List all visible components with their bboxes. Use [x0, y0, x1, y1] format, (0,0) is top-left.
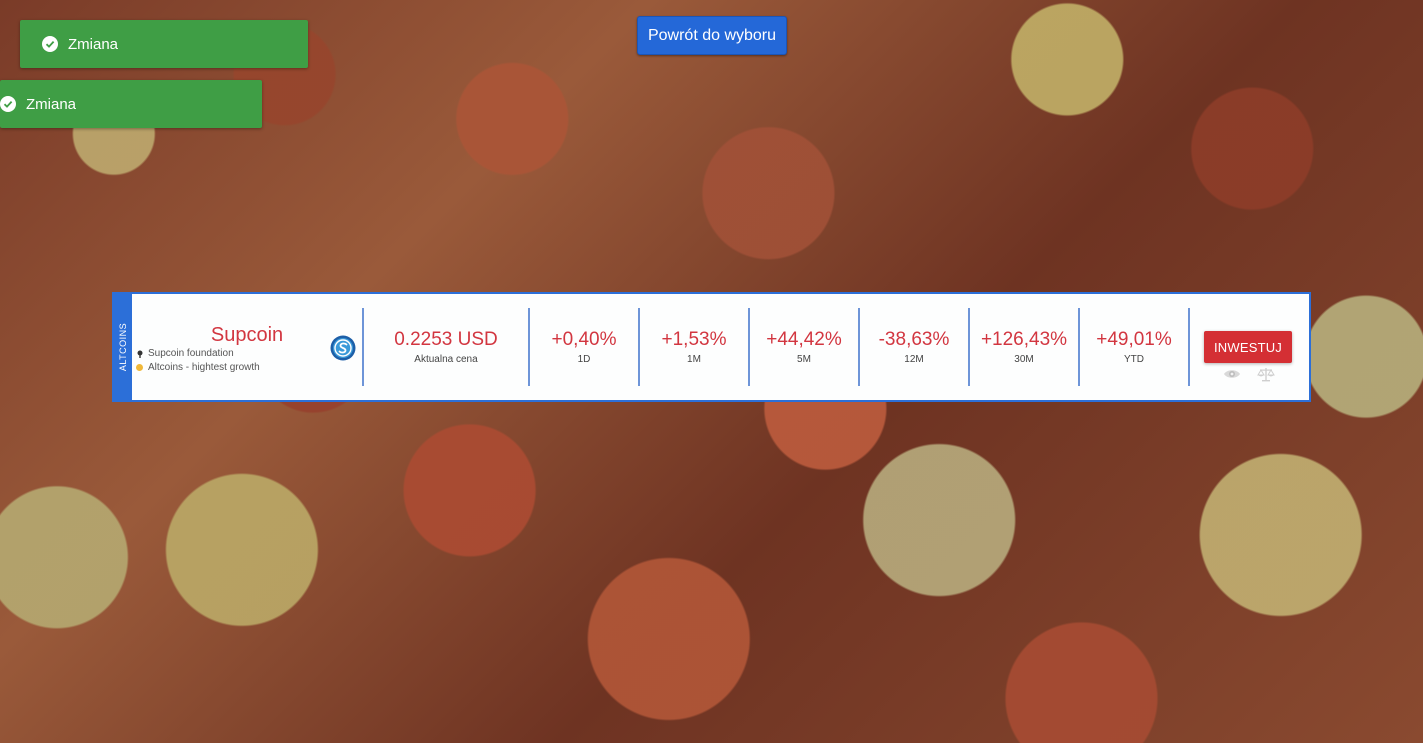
check-circle-icon: [42, 36, 58, 52]
metric-value: -38,63%: [878, 329, 950, 350]
invest-button[interactable]: INWESTUJ: [1204, 331, 1292, 363]
price-label: Aktualna cena: [414, 354, 478, 365]
metric-5m: +44,42% 5M: [750, 308, 860, 386]
check-circle-icon: [0, 96, 16, 112]
coin-category-row: Altcoins - hightest growth: [136, 362, 260, 373]
metric-value: +49,01%: [1096, 329, 1172, 350]
price-value: 0.2253 USD: [394, 329, 498, 350]
metric-1m: +1,53% 1M: [640, 308, 750, 386]
metric-label: 1D: [577, 354, 591, 365]
supcoin-logo-icon: [330, 335, 356, 361]
current-price: 0.2253 USD Aktualna cena: [364, 308, 530, 386]
metric-label: 1M: [687, 354, 701, 365]
metric-12m: -38,63% 12M: [860, 308, 970, 386]
coin-foundation-row: Supcoin foundation: [136, 348, 234, 359]
action-area: INWESTUJ: [1190, 294, 1309, 400]
metric-label: 5M: [797, 354, 811, 365]
metric-label: 30M: [1014, 354, 1034, 365]
foundation-icon: [137, 350, 143, 358]
metric-value: +44,42%: [766, 329, 842, 350]
category-dot-icon: [136, 364, 143, 371]
metric-ytd: +49,01% YTD: [1080, 308, 1190, 386]
back-to-selection-button[interactable]: Powrót do wyboru: [637, 16, 787, 55]
metric-value: +126,43%: [980, 329, 1068, 350]
notification-zmiana-1[interactable]: Zmiana: [20, 20, 308, 68]
metric-value: +1,53%: [661, 329, 727, 350]
coin-name: Supcoin: [210, 324, 284, 346]
scale-icon[interactable]: [1257, 366, 1275, 382]
metric-label: YTD: [1124, 354, 1144, 365]
coin-category: Altcoins - hightest growth: [148, 362, 260, 373]
metric-1d: +0,40% 1D: [530, 308, 640, 386]
category-tab-label: ALTCOINS: [118, 322, 128, 372]
coin-card: ALTCOINS Supcoin Supcoin foundation Altc…: [112, 292, 1311, 402]
notification-label: Zmiana: [26, 95, 77, 113]
notification-label: Zmiana: [68, 35, 119, 53]
category-tab: ALTCOINS: [114, 294, 132, 400]
eye-icon[interactable]: [1223, 366, 1241, 382]
metric-value: +0,40%: [551, 329, 617, 350]
coin-info: Supcoin Supcoin foundation Altcoins - hi…: [132, 308, 364, 386]
notification-zmiana-2[interactable]: Zmiana: [0, 80, 262, 128]
metric-30m: +126,43% 30M: [970, 308, 1080, 386]
metric-label: 12M: [904, 354, 924, 365]
coin-foundation: Supcoin foundation: [148, 348, 234, 359]
